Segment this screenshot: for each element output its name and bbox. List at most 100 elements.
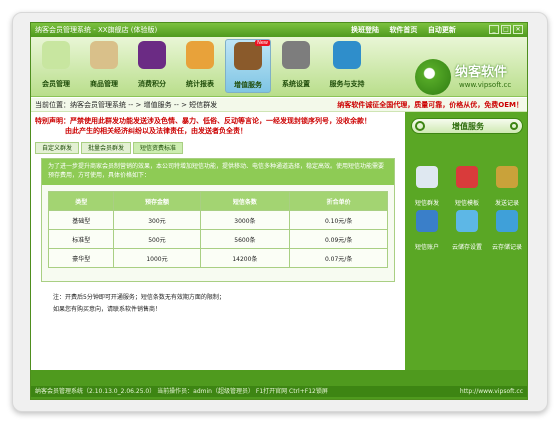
status-bar: 纳客会员管理系统（2.10.13.0_2.06.25.0） 当前操作员：admi…: [31, 370, 527, 399]
table-row: 标准型 500元 5600条 0.09元/条: [47, 229, 388, 249]
main-toolbar: 会员管理 商品管理 消费积分 统计报表 New 增值服务 系统设置 服务与支持: [31, 37, 527, 97]
cell-amount: 300元: [113, 210, 201, 230]
toolbar-label: 服务与支持: [329, 80, 365, 88]
tab-custom-send[interactable]: 自定义群发: [35, 142, 80, 154]
service-label: 短信模板: [454, 200, 479, 207]
tab-sms-rates[interactable]: 短信资费标准: [133, 142, 184, 154]
cell-amount: 1000元: [113, 248, 201, 268]
members-icon: [42, 41, 70, 69]
service-label: 短信账户: [414, 244, 439, 251]
service-label: 发送记录: [494, 200, 519, 207]
toolbar-service-support[interactable]: 服务与支持: [323, 39, 371, 93]
cell-count: 3000条: [199, 210, 291, 230]
auto-update-link[interactable]: 自动更新: [428, 26, 456, 34]
service-cloud-storage-settings[interactable]: 云储存设置: [451, 210, 483, 253]
breadcrumb: 当前位置：纳客会员管理系统 -- > 增值服务 -- > 短信群发: [35, 101, 218, 109]
status-website[interactable]: http://www.vipsoft.cc: [460, 386, 523, 397]
service-label: 短信群发: [414, 200, 439, 207]
switch-shift-link[interactable]: 换班登陆: [351, 26, 379, 34]
cell-price: 0.07元/条: [289, 248, 388, 268]
footnote: 注：开费后5分钟即可开通服务；短信条数无有效期方面的限制； 如果您有购买意向，请…: [53, 292, 225, 316]
cell-amount: 500元: [113, 229, 201, 249]
toolbar-label: 系统设置: [282, 80, 310, 88]
location-bar: 当前位置：纳客会员管理系统 -- > 增值服务 -- > 短信群发 纳客软件诚征…: [31, 98, 527, 112]
window-title: 纳客会员管理系统 - XX旗舰店 (体验版): [35, 26, 158, 34]
gauge-icon: [186, 41, 214, 69]
status-line: 纳客会员管理系统（2.10.13.0_2.06.25.0） 当前操作员：admi…: [31, 386, 527, 397]
sidebar-header: 增值服务: [411, 118, 523, 134]
service-label: 云储存设置: [451, 244, 482, 251]
toolbar-product-management[interactable]: 商品管理: [83, 39, 125, 93]
footnote-line-1: 注：开费后5分钟即可开通服务；短信条数无有效期方面的限制；: [53, 294, 225, 301]
vip-card-icon: [138, 41, 166, 69]
service-label: 云存储记录: [491, 244, 522, 251]
rates-intro: 为了进一步提升商家会员制营销的效果，本公司特增加短信功能，提供移动、电信多种通道…: [42, 159, 394, 185]
status-text: 纳客会员管理系统（2.10.13.0_2.06.25.0） 当前操作员：admi…: [35, 388, 328, 395]
cell-count: 5600条: [199, 229, 291, 249]
toolbar-label: 商品管理: [90, 80, 118, 88]
title-links: 换班登陆 软件首页 自动更新: [351, 23, 464, 37]
rates-panel: 为了进一步提升商家会员制营销的效果，本公司特增加短信功能，提供移动、电信多种通道…: [41, 158, 395, 282]
notice-line-2: 由此产生的相关经济纠纷以及法律责任，由发送者负全责！: [65, 127, 247, 135]
minimize-button[interactable]: _: [489, 25, 499, 34]
brand-logo: 纳客软件 www.vipsoft.cc: [415, 55, 523, 103]
service-sms-account[interactable]: 短信账户: [411, 210, 443, 253]
column-prepaid-amount: 预存金额: [113, 191, 201, 211]
settings-knob-icon: [282, 41, 310, 69]
template-icon: [456, 166, 478, 188]
toolbar-value-added-services[interactable]: New 增值服务: [225, 39, 271, 93]
toolbar-consumption-points[interactable]: 消费积分: [131, 39, 173, 93]
service-sms-templates[interactable]: 短信模板: [451, 166, 483, 209]
cell-price: 0.09元/条: [289, 229, 388, 249]
toolbar-member-management[interactable]: 会员管理: [35, 39, 77, 93]
service-cloud-storage-records[interactable]: 云存储记录: [491, 210, 523, 253]
toolbar-label: 统计报表: [186, 80, 214, 88]
software-home-link[interactable]: 软件首页: [389, 26, 417, 34]
column-type: 类型: [47, 191, 115, 211]
main-content: 特别声明：严禁使用此群发功能发送涉及色情、暴力、低俗、反动等言论，一经发现封锁序…: [31, 112, 405, 370]
cell-price: 0.10元/条: [289, 210, 388, 230]
cell-count: 14200条: [199, 248, 291, 268]
cloud-icon: [456, 210, 478, 232]
toolbar-label: 增值服务: [234, 81, 262, 89]
table-row: 豪华型 1000元 14200条 0.07元/条: [47, 248, 388, 268]
app-window: 纳客会员管理系统 - XX旗舰店 (体验版) 换班登陆 软件首页 自动更新 _ …: [30, 22, 528, 400]
toolbar-label: 会员管理: [42, 80, 70, 88]
circle-icon: [510, 122, 518, 130]
logo-url: www.vipsoft.cc: [459, 81, 512, 89]
services-sidebar: 增值服务 短信群发 短信模板 发送记录 短信账户 云储存设置 云存储记录: [405, 112, 527, 370]
toolbar-statistics-reports[interactable]: 统计报表: [179, 39, 221, 93]
records-folder-icon: [496, 166, 518, 188]
sub-tabs: 自定义群发 批量会员群发 短信资费标准: [35, 142, 184, 154]
legal-notice: 特别声明：严禁使用此群发功能发送涉及色情、暴力、低俗、反动等言论，一经发现封锁序…: [35, 116, 401, 136]
toolbar-label: 消费积分: [138, 80, 166, 88]
circle-icon: [415, 121, 425, 131]
rates-table: 类型 预存金额 短信条数 折合单价 基础型 300元 3000条 0.10元/条…: [47, 191, 388, 268]
products-icon: [90, 41, 118, 69]
window-controls: _ □ ✕: [489, 25, 523, 34]
footnote-line-2: 如果您有购买意向，请联系软件销售商！: [53, 306, 162, 313]
graduation-cap-icon: [234, 42, 262, 70]
column-sms-count: 短信条数: [199, 191, 291, 211]
notice-line-1: 特别声明：严禁使用此群发功能发送涉及色情、暴力、低俗、反动等言论，一经发现封锁序…: [35, 117, 371, 125]
envelope-icon: [416, 166, 438, 188]
table-header-row: 类型 预存金额 短信条数 折合单价: [47, 191, 388, 211]
new-badge: New: [255, 40, 270, 46]
tab-batch-member-send[interactable]: 批量会员群发: [81, 142, 132, 154]
title-bar: 纳客会员管理系统 - XX旗舰店 (体验版) 换班登陆 软件首页 自动更新 _ …: [31, 23, 527, 37]
umbrella-icon: [333, 41, 361, 69]
cell-type: 豪华型: [47, 248, 115, 268]
service-send-records[interactable]: 发送记录: [491, 166, 523, 209]
column-unit-price: 折合单价: [289, 191, 388, 211]
close-button[interactable]: ✕: [513, 25, 523, 34]
cell-type: 基础型: [47, 210, 115, 230]
table-row: 基础型 300元 3000条 0.10元/条: [47, 210, 388, 230]
maximize-button[interactable]: □: [501, 25, 511, 34]
account-card-icon: [416, 210, 438, 232]
toolbar-system-settings[interactable]: 系统设置: [275, 39, 317, 93]
cloud-records-icon: [496, 210, 518, 232]
logo-swirl-icon: [415, 59, 451, 95]
service-sms-send[interactable]: 短信群发: [411, 166, 443, 209]
logo-name: 纳客软件: [455, 65, 508, 80]
cell-type: 标准型: [47, 229, 115, 249]
